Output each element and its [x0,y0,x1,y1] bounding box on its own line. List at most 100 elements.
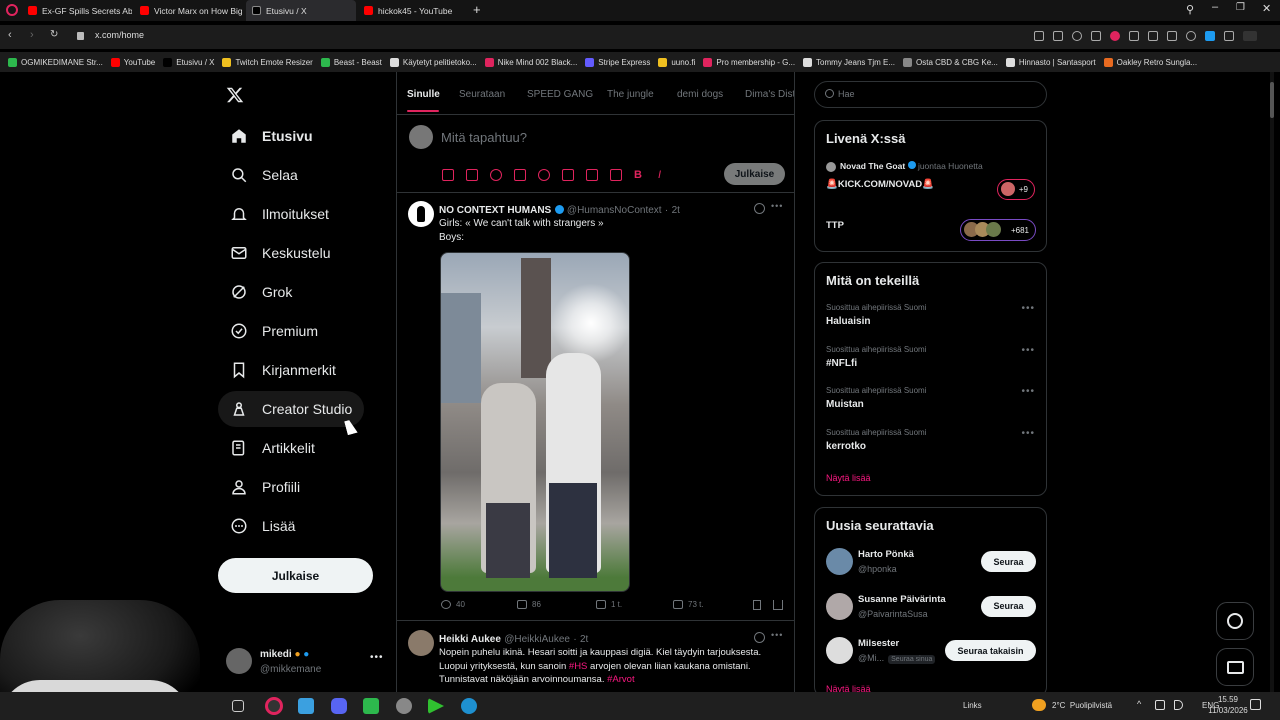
forward-icon[interactable]: › [30,29,34,41]
post-author-handle[interactable]: @HeikkiAukee [504,634,570,645]
avatar[interactable] [826,548,853,575]
more-dots-icon[interactable]: ••• [1021,386,1035,397]
avatar[interactable] [826,592,853,620]
post-video[interactable] [440,252,630,592]
download-icon[interactable] [1148,31,1158,41]
live-room-title[interactable]: 🚨KICK.COM/NOVAD🚨 [826,179,934,190]
browser-tab[interactable]: Victor Marx on How Big Ti [134,0,242,21]
post-author-handle[interactable]: @HumansNoContext [567,205,662,216]
like-button[interactable]: 1 t. [596,600,622,609]
nav-item-kirjanmerkit[interactable]: Kirjanmerkit [218,352,348,388]
grok-icon[interactable] [754,203,765,214]
bookmark-item[interactable]: OGMIKEDIMANE Str... [8,57,103,67]
feed-tab[interactable]: demi dogs [677,89,723,100]
suggested-user-name[interactable]: Harto Pönkä [858,549,914,560]
close-window-icon[interactable]: ✕ [1262,2,1271,15]
notifications-icon[interactable] [1250,699,1261,710]
trend-name[interactable]: #NFLfi [826,358,857,369]
back-icon[interactable]: ‹ [8,29,12,41]
nav-item-creator-studio[interactable]: Creator Studio [218,391,365,427]
suggested-user-name[interactable]: Susanne Päivärinta [858,594,946,605]
maximize-icon[interactable]: ❐ [1236,2,1245,13]
more-dots-icon[interactable]: ••• [1021,303,1035,314]
url-field[interactable]: x.com/home [95,30,144,40]
repost-button[interactable]: 86 [517,600,541,609]
nav-item-premium[interactable]: Premium [218,313,330,349]
minimize-icon[interactable]: – [1212,1,1218,13]
bookmark-icon[interactable] [753,600,761,610]
location-icon[interactable] [586,169,598,181]
tray-chevron-icon[interactable]: ^ [1137,699,1141,709]
views-button[interactable]: 73 t. [673,600,704,609]
more-dots-icon[interactable]: ••• [1021,428,1035,439]
more-dots-icon[interactable]: ••• [771,630,783,640]
play-icon[interactable] [1091,31,1101,41]
suggested-user-name[interactable]: Milsester [858,638,899,649]
live-host[interactable]: Novad The Goat juontaa Huonetta [840,161,983,171]
discord-taskbar-icon[interactable] [331,698,347,714]
follow-button[interactable]: Seuraa [981,595,1036,617]
browser-tab-active[interactable]: Etusivu / X [246,0,356,21]
profile-icon[interactable] [1186,31,1196,41]
x-logo-icon[interactable] [226,86,246,106]
avatar[interactable] [826,637,853,664]
post-author-name[interactable]: NO CONTEXT HUMANS [439,205,551,216]
schedule-icon[interactable] [562,169,574,181]
clock-time[interactable]: 15.59 [1208,695,1248,704]
bookmark-item[interactable]: uuno.fi [658,57,695,67]
hashtag-link[interactable]: #Arvot [607,674,634,685]
poll-icon[interactable] [514,169,526,181]
heart-icon[interactable] [1110,31,1120,41]
grok-icon[interactable] [754,632,765,643]
bookmark-item[interactable]: Osta CBD & CBG Ke... [903,57,998,67]
live-listeners-badge[interactable]: +681 [960,219,1036,241]
nav-item-lis[interactable]: Lisää [218,508,307,544]
search-tabs-icon[interactable]: ⚲ [1186,3,1194,16]
bookmark-item[interactable]: Pro membership - G... [703,57,795,67]
image-icon[interactable] [442,169,454,181]
trend-name[interactable]: Muistan [826,399,864,410]
grok-float-button[interactable] [1216,602,1254,640]
edge-taskbar-icon[interactable] [461,698,477,714]
more-dots-icon[interactable]: ••• [771,201,783,211]
page-scrollbar[interactable] [1270,72,1274,692]
composer-input[interactable]: Mitä tapahtuu? [441,130,527,145]
new-tab-plus-icon[interactable]: + [473,2,481,17]
flag-icon[interactable] [610,169,622,181]
follow-button[interactable]: Seuraa takaisin [945,640,1036,661]
trend-name[interactable]: Haluaisin [826,316,870,327]
feed-tab[interactable]: Sinulle [407,89,440,100]
share-icon[interactable] [773,600,783,610]
gif-icon[interactable] [466,169,478,181]
post-time[interactable]: 2t [580,634,588,645]
app-taskbar-icon[interactable] [396,698,412,714]
live-room-title[interactable]: TTP [826,220,844,231]
reply-button[interactable]: 40 [441,600,465,609]
bold-icon[interactable]: B [634,169,646,181]
feed-tab[interactable]: The jungle [607,89,654,100]
camera-icon[interactable] [1053,31,1063,41]
hashtag-link[interactable]: #HS [569,661,587,672]
browser-tab[interactable]: Ex-GF Spills Secrets About [22,0,132,21]
feed-tab[interactable]: SPEED GANG [527,89,593,100]
app-taskbar-icon[interactable] [363,698,379,714]
task-view-icon[interactable] [232,700,244,712]
bookmark-item[interactable]: Nike Mind 002 Black... [484,57,577,67]
post-time[interactable]: 2t [672,205,680,216]
post-author-name[interactable]: Heikki Aukee [439,634,501,645]
bookmark-item[interactable]: Stripe Express [585,57,650,67]
bookmark-item[interactable]: Beast - Beast [320,57,382,67]
grok-icon[interactable] [490,169,502,181]
network-icon[interactable] [1155,700,1165,710]
feed-tab[interactable]: Dima's Dist [745,89,794,100]
ai-icon[interactable] [1243,31,1257,41]
bookmark-item[interactable]: Tommy Jeans Tjm E... [803,57,895,67]
links-toolbar[interactable]: Links [963,701,982,710]
emoji-icon[interactable] [538,169,550,181]
menu-icon[interactable] [1167,31,1177,41]
post-button[interactable]: Julkaise [218,558,373,593]
show-more-link[interactable]: Näytä lisää [826,473,871,483]
account-switcher[interactable]: mikedi ● ● @mikkemane ••• [226,646,386,682]
reload-icon[interactable]: ↻ [50,29,58,40]
trend-name[interactable]: kerrotko [826,441,866,452]
